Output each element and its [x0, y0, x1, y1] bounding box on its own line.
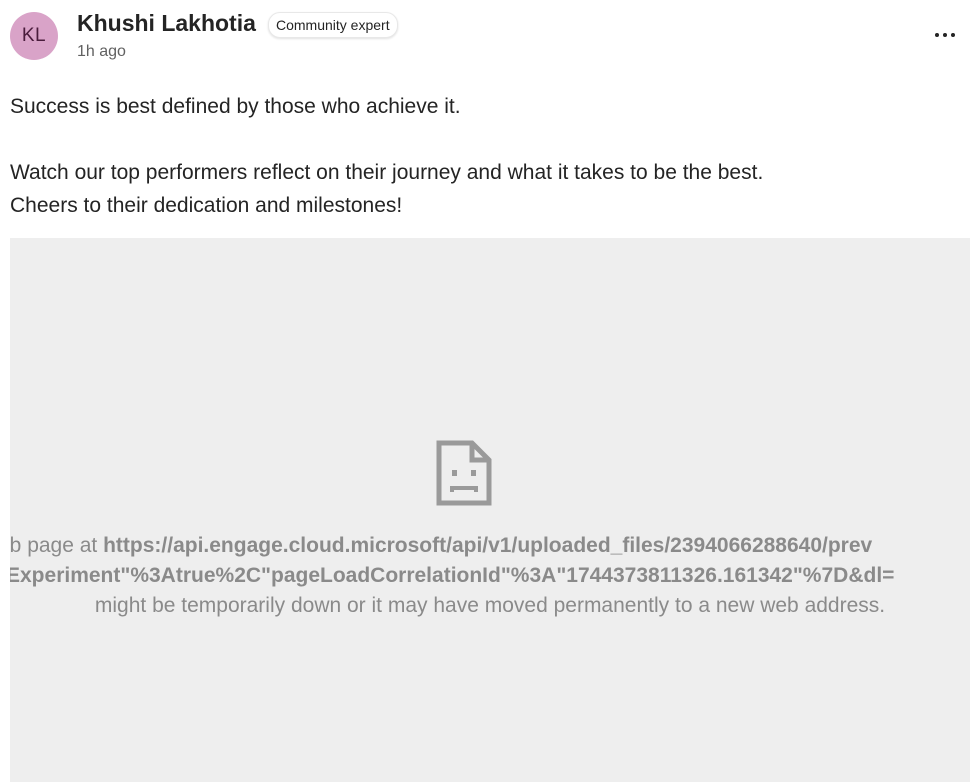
post-line: Cheers to their dedication and milestone… — [10, 194, 403, 217]
avatar[interactable]: KL — [10, 12, 58, 60]
community-expert-badge: Community expert — [268, 12, 398, 38]
post-line: Success is best defined by those who ach… — [10, 95, 461, 118]
video-embed[interactable]: eb page at https://api.engage.cloud.micr… — [10, 238, 970, 782]
post-body: Success is best defined by those who ach… — [10, 90, 960, 222]
post-timestamp[interactable]: 1h ago — [77, 43, 126, 61]
error-url: https://api.engage.cloud.microsoft/api/v… — [103, 534, 873, 557]
more-options-button[interactable] — [928, 22, 962, 48]
sad-page-icon — [436, 440, 492, 506]
error-message-line: might be temporarily down or it may have… — [94, 594, 886, 617]
error-message-line: Experiment"%3Atrue%2C"pageLoadCorrelatio… — [10, 564, 895, 587]
post-line: Watch our top performers reflect on thei… — [10, 161, 764, 184]
ellipsis-icon — [935, 33, 955, 37]
author-name[interactable]: Khushi Lakhotia — [77, 10, 256, 37]
error-message-line: eb page at https://api.engage.cloud.micr… — [10, 534, 873, 557]
badge-label: Community expert — [276, 17, 390, 33]
avatar-initials: KL — [21, 25, 47, 46]
